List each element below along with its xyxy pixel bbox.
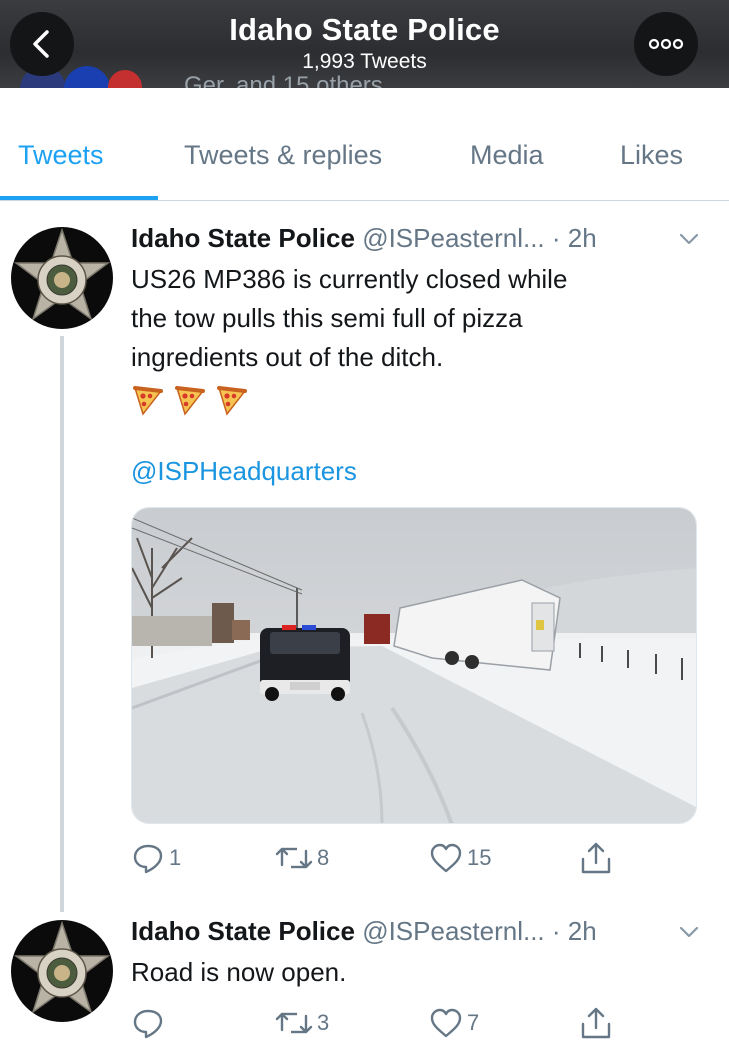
heart-icon bbox=[430, 843, 462, 873]
avatar[interactable] bbox=[11, 227, 113, 329]
tweet-time: · 2h bbox=[551, 916, 597, 946]
author-handle: @ISPeasternl... bbox=[362, 916, 545, 946]
chevron-down-icon[interactable] bbox=[676, 919, 702, 945]
emoji-row bbox=[131, 379, 701, 419]
like-button[interactable]: 15 bbox=[429, 841, 491, 875]
profile-header: Ger, and 15 others Idaho State Police 1,… bbox=[0, 0, 729, 88]
snowy-road-photo bbox=[132, 508, 696, 823]
more-options-button[interactable] bbox=[634, 12, 698, 76]
author-name[interactable]: Idaho State Police bbox=[131, 223, 355, 253]
active-tab-indicator bbox=[0, 196, 158, 200]
retweet-count: 8 bbox=[317, 845, 330, 870]
tweet-header: Idaho State Police @ISPeasternl... · 2h bbox=[131, 916, 597, 947]
share-icon bbox=[581, 842, 611, 874]
retweet-icon bbox=[275, 847, 313, 869]
author-handle: @ISPeasternl... bbox=[362, 223, 545, 253]
tweet-text-line: US26 MP386 is currently closed while bbox=[131, 264, 568, 294]
retweet-button[interactable]: 8 bbox=[275, 841, 329, 875]
tweet-actions: 3 7 bbox=[131, 1006, 711, 1040]
tweet-actions: 1 8 15 bbox=[131, 841, 711, 875]
tweet-count: 1,993 Tweets bbox=[302, 50, 427, 73]
tweet-text-line: ingredients out of the ditch. bbox=[131, 342, 444, 372]
like-count: 15 bbox=[467, 845, 492, 870]
share-icon bbox=[581, 1007, 611, 1039]
tab-tweets-replies[interactable]: Tweets & replies bbox=[184, 140, 382, 171]
tab-media[interactable]: Media bbox=[470, 140, 544, 171]
heart-icon bbox=[430, 1008, 462, 1038]
followers-peek-text: Ger, and 15 others bbox=[184, 72, 383, 88]
chevron-down-icon[interactable] bbox=[676, 226, 702, 252]
tab-tweets[interactable]: Tweets bbox=[18, 140, 104, 171]
mention-link[interactable]: @ISPHeadquarters bbox=[131, 456, 357, 487]
police-star-badge-icon bbox=[13, 227, 111, 321]
more-icon bbox=[648, 38, 684, 50]
thread-line bbox=[60, 336, 64, 912]
tweet-photo[interactable] bbox=[131, 507, 697, 824]
pizza-icon bbox=[217, 386, 247, 416]
reply-icon bbox=[133, 1009, 163, 1039]
share-button[interactable] bbox=[579, 1006, 613, 1040]
tweet-text: US26 MP386 is currently closed while the… bbox=[131, 260, 701, 419]
tweet-header: Idaho State Police @ISPeasternl... · 2h bbox=[131, 223, 597, 254]
tweet-text-line: Road is now open. bbox=[131, 957, 347, 987]
author-name[interactable]: Idaho State Police bbox=[131, 916, 355, 946]
reply-button[interactable]: 1 bbox=[131, 841, 181, 875]
retweet-icon bbox=[275, 1012, 313, 1034]
retweet-count: 3 bbox=[317, 1010, 330, 1035]
profile-tabs: Tweets Tweets & replies Media Likes bbox=[0, 88, 729, 201]
share-button[interactable] bbox=[579, 841, 613, 875]
reply-count: 1 bbox=[169, 845, 182, 870]
pizza-icon bbox=[133, 386, 163, 416]
tweet-text-line: the tow pulls this semi full of pizza bbox=[131, 303, 523, 333]
avatar[interactable] bbox=[11, 920, 113, 1022]
retweet-button[interactable]: 3 bbox=[275, 1006, 329, 1040]
page-title: Idaho State Police bbox=[229, 12, 500, 47]
tab-likes[interactable]: Likes bbox=[620, 140, 683, 171]
tweet-text: Road is now open. bbox=[131, 953, 701, 992]
like-button[interactable]: 7 bbox=[429, 1006, 479, 1040]
reply-button[interactable] bbox=[131, 1006, 165, 1040]
pizza-icon bbox=[175, 386, 205, 416]
like-count: 7 bbox=[467, 1010, 480, 1035]
police-star-badge-icon bbox=[13, 920, 111, 1014]
reply-icon bbox=[133, 844, 163, 874]
tweet-time: · 2h bbox=[551, 223, 597, 253]
